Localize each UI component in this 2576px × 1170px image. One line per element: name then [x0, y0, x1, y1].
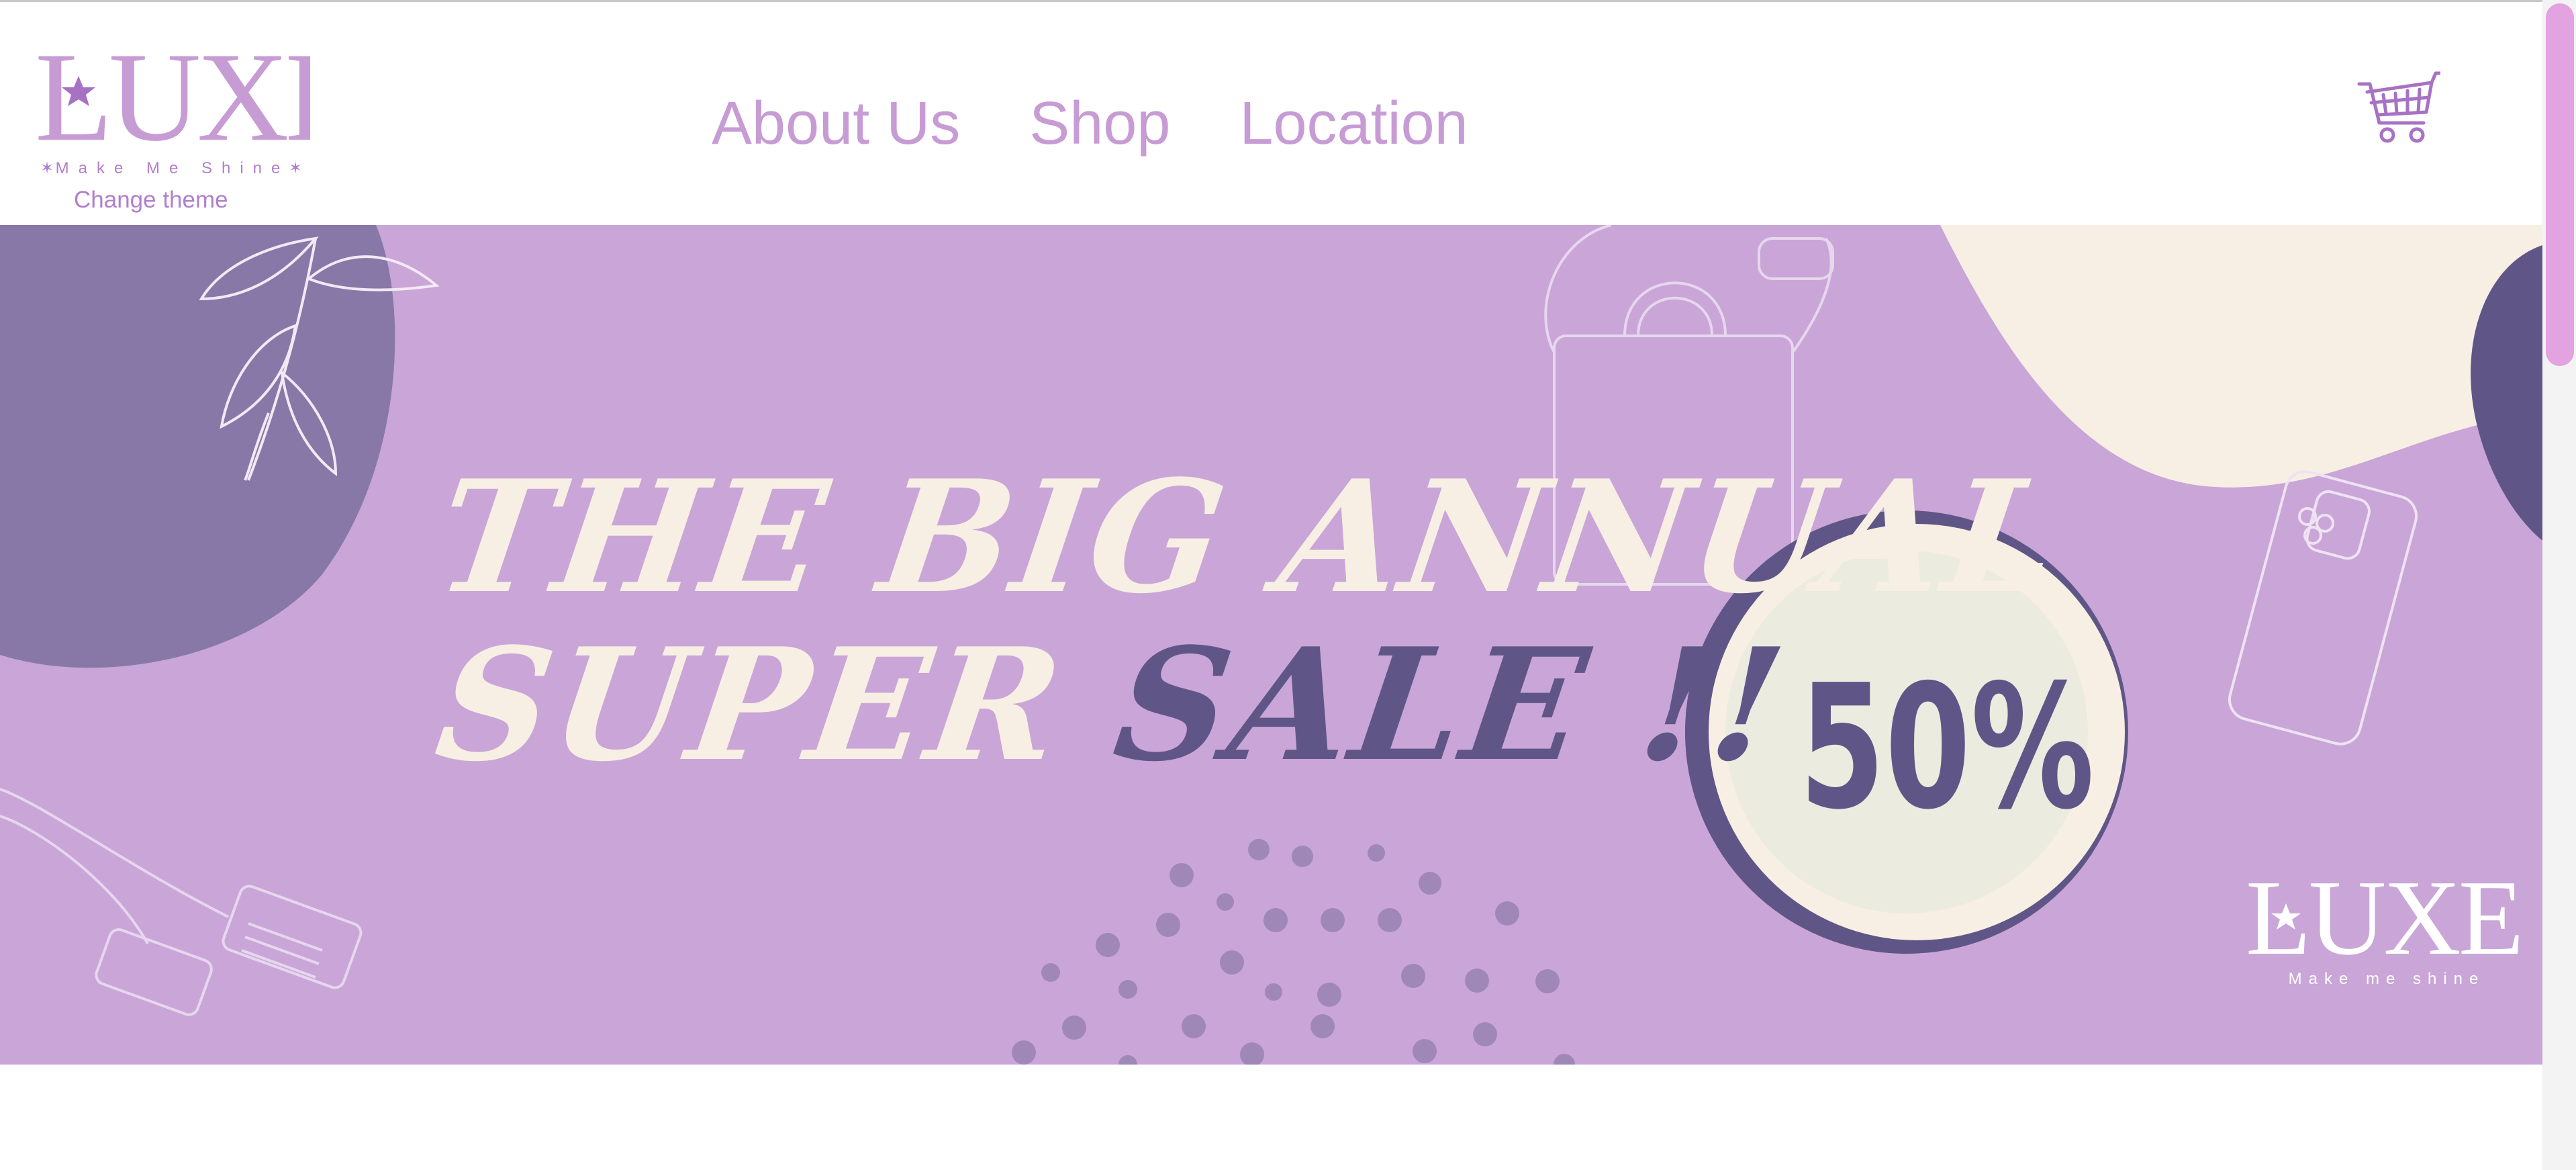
dot-pattern: [1012, 839, 1575, 1065]
nav-location[interactable]: Location: [1239, 89, 1468, 159]
sale-banner[interactable]: THE BIG ANNUAL SUPER SALE !! 50% LUXE Ma…: [0, 225, 2542, 1065]
change-theme-link[interactable]: Change theme: [74, 187, 228, 214]
headline-line-1: THE BIG ANNUAL: [427, 447, 2071, 628]
blob-left: [0, 225, 395, 668]
svg-text:✶: ✶: [40, 159, 54, 177]
phone-icon: [2228, 470, 2418, 746]
headline-sale: SALE !!: [1105, 615, 1797, 796]
watermark-brand: LUXE: [2246, 873, 2522, 977]
page-body: [0, 1065, 2542, 1170]
scrollbar-thumb[interactable]: [2546, 3, 2574, 366]
main-nav: About Us Shop Location: [712, 89, 1468, 159]
nav-shop[interactable]: Shop: [1029, 89, 1170, 159]
brand-logo[interactable]: LUXE Make Me Shine ✶ ✶: [35, 27, 363, 187]
nav-about-us[interactable]: About Us: [712, 89, 960, 159]
watermark-tagline: Make me shine: [2289, 970, 2485, 987]
svg-text:✶: ✶: [289, 159, 302, 177]
logo-text: LUXE: [35, 39, 310, 168]
logo-tagline: Make Me Shine: [56, 159, 290, 177]
cart-icon[interactable]: [2356, 71, 2442, 148]
discount-text: 50%: [1799, 648, 2095, 848]
banner-watermark-logo: LUXE Make me shine: [2246, 873, 2524, 987]
site-header: LUXE Make Me Shine ✶ ✶ Change theme Abou…: [0, 2, 2542, 225]
headline-super: SUPER: [427, 615, 1075, 796]
headline-line-2: SUPER SALE !!: [427, 615, 1797, 796]
usb-cable-icon: [0, 788, 363, 1016]
